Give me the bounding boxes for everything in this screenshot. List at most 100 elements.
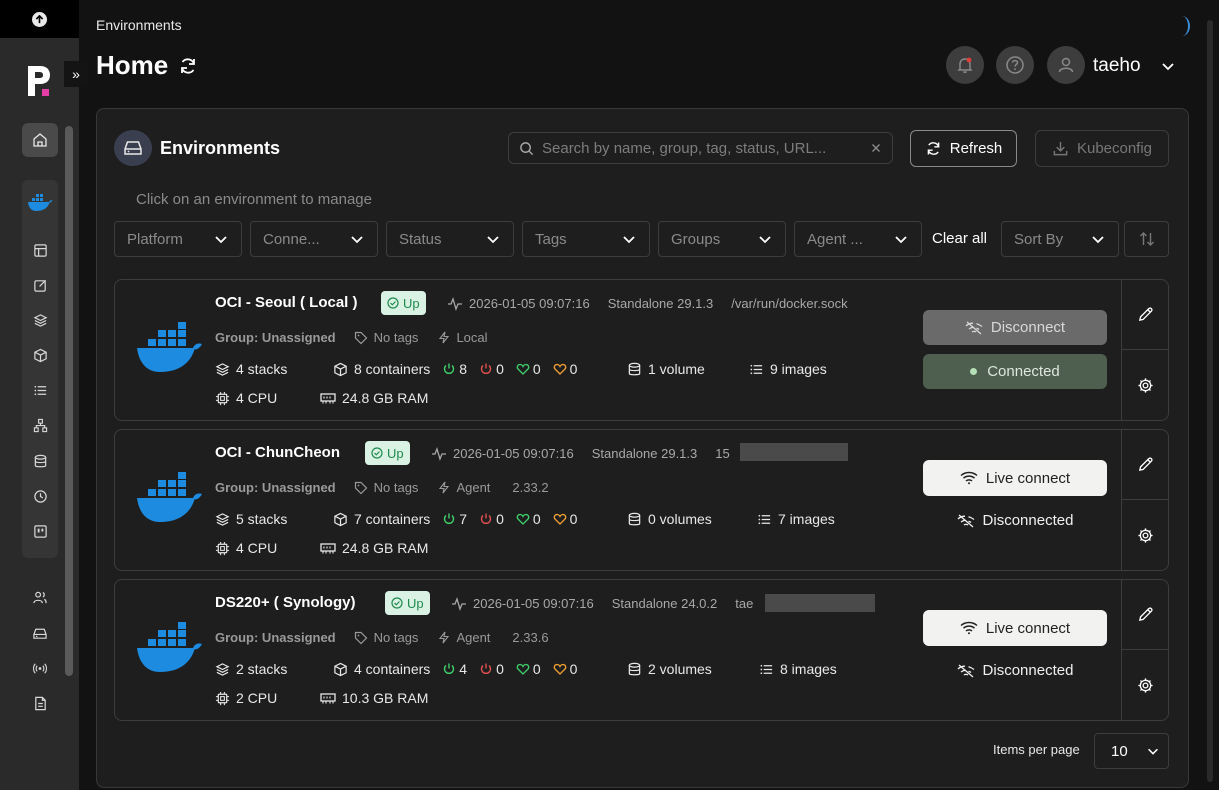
power-icon-green xyxy=(444,363,455,374)
environment-name[interactable]: OCI - Seoul ( Local ) xyxy=(215,294,358,311)
notifications-button[interactable] xyxy=(946,46,984,84)
sidebar-item-host[interactable] xyxy=(22,514,58,548)
search-box[interactable] xyxy=(508,132,893,164)
sidebar-item-templates[interactable] xyxy=(22,268,58,302)
agent-version: 2.33.6 xyxy=(512,630,549,645)
sidebar-item-docker[interactable] xyxy=(22,185,58,219)
containers-count: 4 containers 4 0 0 0 xyxy=(333,661,577,677)
chevron-down-icon xyxy=(1148,748,1158,755)
cpu-count: 4 CPU xyxy=(215,390,277,406)
check-circle-icon xyxy=(387,297,399,309)
environment-name[interactable]: DS220+ ( Synology) xyxy=(215,594,355,611)
environment-meta: 2026-01-05 09:07:16 Standalone 29.1.3 /v… xyxy=(447,296,848,311)
stopped-count: 0 xyxy=(479,361,504,377)
timestamp: 2026-01-05 09:07:16 xyxy=(453,446,574,461)
docker-icon xyxy=(28,194,53,211)
portainer-logo[interactable] xyxy=(26,64,52,98)
clear-search-icon[interactable] xyxy=(870,142,882,154)
environment-card[interactable]: OCI - ChunCheon Up 2026-01-05 09:07:16 S… xyxy=(114,429,1169,571)
zap-icon xyxy=(439,331,450,344)
power-icon-red xyxy=(480,513,492,524)
sidebar-item-networks[interactable] xyxy=(22,408,58,442)
sidebar-expand-button[interactable]: » xyxy=(64,61,88,87)
kubeconfig-button[interactable]: Kubeconfig xyxy=(1035,130,1169,167)
sidebar-item-events[interactable] xyxy=(22,479,58,513)
environment-name[interactable]: OCI - ChunCheon xyxy=(215,444,340,461)
connected-status-button[interactable]: Connected xyxy=(923,354,1107,389)
breadcrumb[interactable]: Environments xyxy=(96,17,182,33)
environment-url: 15 xyxy=(715,446,730,461)
stacks-text: 5 stacks xyxy=(236,511,288,527)
filter-tags[interactable]: Tags xyxy=(522,221,650,257)
environment-settings-button[interactable] xyxy=(1122,500,1169,570)
heart-icon-green xyxy=(516,663,530,675)
ram-amount: 24.8 GB RAM xyxy=(320,390,428,406)
live-connect-button[interactable]: Live connect xyxy=(923,610,1107,646)
environment-settings-button[interactable] xyxy=(1122,350,1169,420)
redacted-url xyxy=(740,443,848,461)
loading-spinner xyxy=(1174,16,1190,36)
tag-icon xyxy=(354,481,367,494)
running-text: 7 xyxy=(459,511,468,527)
environment-info-row: Group: Unassigned No tags Agent 2.33.6 xyxy=(215,630,549,645)
sidebar-scrollbar[interactable] xyxy=(65,126,73,676)
sidebar-item-environments[interactable] xyxy=(22,616,58,650)
images-count: 8 images xyxy=(759,661,837,677)
heartbeat-icon xyxy=(432,446,446,461)
engine-version: Standalone 29.1.3 xyxy=(607,296,714,311)
edit-environment-button[interactable] xyxy=(1122,280,1169,350)
sidebar-item-volumes[interactable] xyxy=(22,444,58,478)
sort-by-select[interactable]: Sort By xyxy=(1001,221,1119,257)
ram-text: 24.8 GB RAM xyxy=(342,390,429,406)
page-refresh-icon[interactable] xyxy=(178,56,198,76)
edit-environment-button[interactable] xyxy=(1122,430,1169,500)
disconnect-button[interactable]: Disconnect xyxy=(923,310,1107,345)
sidebar-item-containers[interactable] xyxy=(22,338,58,372)
environment-url: tae xyxy=(735,596,754,611)
environment-card[interactable]: OCI - Seoul ( Local ) Up 2026-01-05 09:0… xyxy=(114,279,1169,421)
list-icon xyxy=(758,514,771,524)
page-scrollbar-thumb[interactable] xyxy=(1207,20,1213,782)
status-badge: Up xyxy=(365,441,410,465)
environment-kind: Agent xyxy=(438,480,490,495)
help-button[interactable] xyxy=(996,46,1034,84)
environment-settings-button[interactable] xyxy=(1122,650,1169,720)
healthy-count: 0 xyxy=(516,511,541,527)
filter-connection[interactable]: Conne... xyxy=(250,221,378,257)
kind-text: Local xyxy=(456,330,488,345)
file-icon xyxy=(34,696,46,710)
sort-by-label: Sort By xyxy=(1014,230,1064,248)
avatar[interactable] xyxy=(1047,46,1085,84)
filter-platform[interactable]: Platform xyxy=(114,221,242,257)
ram-amount: 10.3 GB RAM xyxy=(320,690,428,706)
page-scrollbar[interactable] xyxy=(1205,12,1215,782)
upload-icon[interactable] xyxy=(32,11,47,27)
tags-label: No tags xyxy=(354,480,418,495)
live-connect-label: Live connect xyxy=(985,469,1071,487)
sidebar-item-edge[interactable] xyxy=(22,651,58,685)
filter-status[interactable]: Status xyxy=(386,221,514,257)
sidebar-item-home[interactable] xyxy=(22,123,58,157)
live-connect-button[interactable]: Live connect xyxy=(923,460,1107,496)
clear-all-button[interactable]: Clear all xyxy=(932,230,987,247)
cpu-text: 2 CPU xyxy=(236,690,278,706)
sort-direction-button[interactable] xyxy=(1124,221,1169,257)
page-title: Home xyxy=(96,50,169,80)
sidebar-item-dashboard[interactable] xyxy=(22,233,58,267)
filter-groups[interactable]: Groups xyxy=(658,221,786,257)
user-name[interactable]: taeho xyxy=(1093,55,1141,77)
edit-environment-button[interactable] xyxy=(1122,580,1169,650)
items-per-page-select[interactable]: 10 xyxy=(1094,733,1169,769)
stacks-count: 4 stacks xyxy=(215,361,287,377)
chevron-down-icon[interactable] xyxy=(1160,58,1176,74)
filter-agent[interactable]: Agent ... xyxy=(794,221,922,257)
environment-card[interactable]: DS220+ ( Synology) Up 2026-01-05 09:07:1… xyxy=(114,579,1169,721)
sidebar-item-stacks[interactable] xyxy=(22,303,58,337)
search-input[interactable] xyxy=(542,139,862,157)
sort-arrows-icon xyxy=(1139,232,1154,246)
sidebar-item-logs[interactable] xyxy=(22,686,58,720)
sidebar-item-images[interactable] xyxy=(22,373,58,407)
refresh-button[interactable]: Refresh xyxy=(910,130,1017,167)
sidebar-item-users[interactable] xyxy=(22,580,58,614)
users-icon xyxy=(33,591,47,603)
